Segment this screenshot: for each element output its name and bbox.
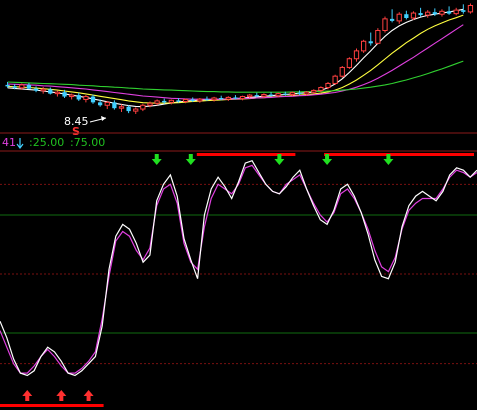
candle-body xyxy=(48,89,53,94)
candle-body xyxy=(375,30,381,44)
candle-body xyxy=(112,102,117,109)
candle-body xyxy=(311,89,317,93)
candle-body xyxy=(176,100,181,102)
candle-body xyxy=(332,75,338,84)
candle-body xyxy=(118,106,125,109)
candle-body xyxy=(168,99,174,103)
candle-body xyxy=(346,58,353,68)
candle-body xyxy=(432,12,437,15)
candle-body xyxy=(211,97,217,101)
candle-body xyxy=(19,84,25,89)
candle-body xyxy=(325,82,331,89)
candle-body xyxy=(318,87,324,91)
candle-body xyxy=(368,41,373,44)
candle-body xyxy=(182,98,189,102)
candle-body xyxy=(382,18,388,32)
candle xyxy=(346,57,353,69)
candle-body xyxy=(339,66,345,77)
candle-body xyxy=(461,10,466,12)
candle-body xyxy=(396,13,402,22)
candle-body xyxy=(233,97,238,99)
candle-body xyxy=(297,92,302,94)
candle-body xyxy=(283,93,288,95)
candle-body xyxy=(76,95,81,100)
candle-body xyxy=(360,40,367,52)
candle-body xyxy=(162,100,167,103)
indicator-level-low: :25.00 xyxy=(29,136,64,149)
candle-body xyxy=(154,100,160,104)
candle-body xyxy=(98,102,103,106)
candle-body xyxy=(418,13,423,16)
candle-body xyxy=(219,98,224,100)
candle-body xyxy=(261,94,267,97)
candle-body xyxy=(62,92,67,97)
candle-body xyxy=(90,96,96,103)
buy-signal-bar xyxy=(0,404,104,407)
candle-body xyxy=(40,88,46,92)
candle-body xyxy=(197,98,203,102)
candle-body xyxy=(410,12,417,19)
candle-body xyxy=(33,88,39,91)
candle-body xyxy=(446,11,452,14)
candle-body xyxy=(275,93,281,97)
candle xyxy=(360,39,367,53)
candle-body xyxy=(225,96,231,100)
stock-chart[interactable]: 8.45 S 41 :25.00 :75.00 xyxy=(0,0,477,410)
candle-body xyxy=(5,84,10,87)
candle-body xyxy=(254,95,259,97)
candle-body xyxy=(147,102,153,106)
candle-body xyxy=(104,101,110,106)
candle-body xyxy=(239,96,246,100)
candle-body xyxy=(204,99,210,101)
candle-body xyxy=(389,18,395,21)
candle-body xyxy=(353,50,360,60)
candle-body xyxy=(83,96,89,100)
candle-body xyxy=(126,106,131,112)
candle-body xyxy=(133,108,139,112)
sell-signal-bar xyxy=(324,153,474,156)
candle-body xyxy=(54,91,61,95)
candle-body xyxy=(404,14,409,18)
candle xyxy=(332,74,338,85)
candle-body xyxy=(439,10,445,15)
indicator-value: 41 xyxy=(2,136,16,149)
candle-body xyxy=(467,4,474,13)
candle-body xyxy=(425,11,431,16)
candle xyxy=(339,66,345,78)
indicator-level-high: :75.00 xyxy=(70,136,105,149)
candle-body xyxy=(140,104,146,110)
candle-body xyxy=(247,94,253,98)
candle-body xyxy=(12,86,17,88)
candle-body xyxy=(453,9,459,15)
candle xyxy=(375,28,381,45)
candle-body xyxy=(304,91,310,95)
candle-body xyxy=(26,84,32,89)
candle-body xyxy=(69,94,75,98)
candle-body xyxy=(190,99,195,101)
candle-body xyxy=(268,94,274,96)
candle xyxy=(382,16,388,33)
candle-body xyxy=(289,92,296,96)
